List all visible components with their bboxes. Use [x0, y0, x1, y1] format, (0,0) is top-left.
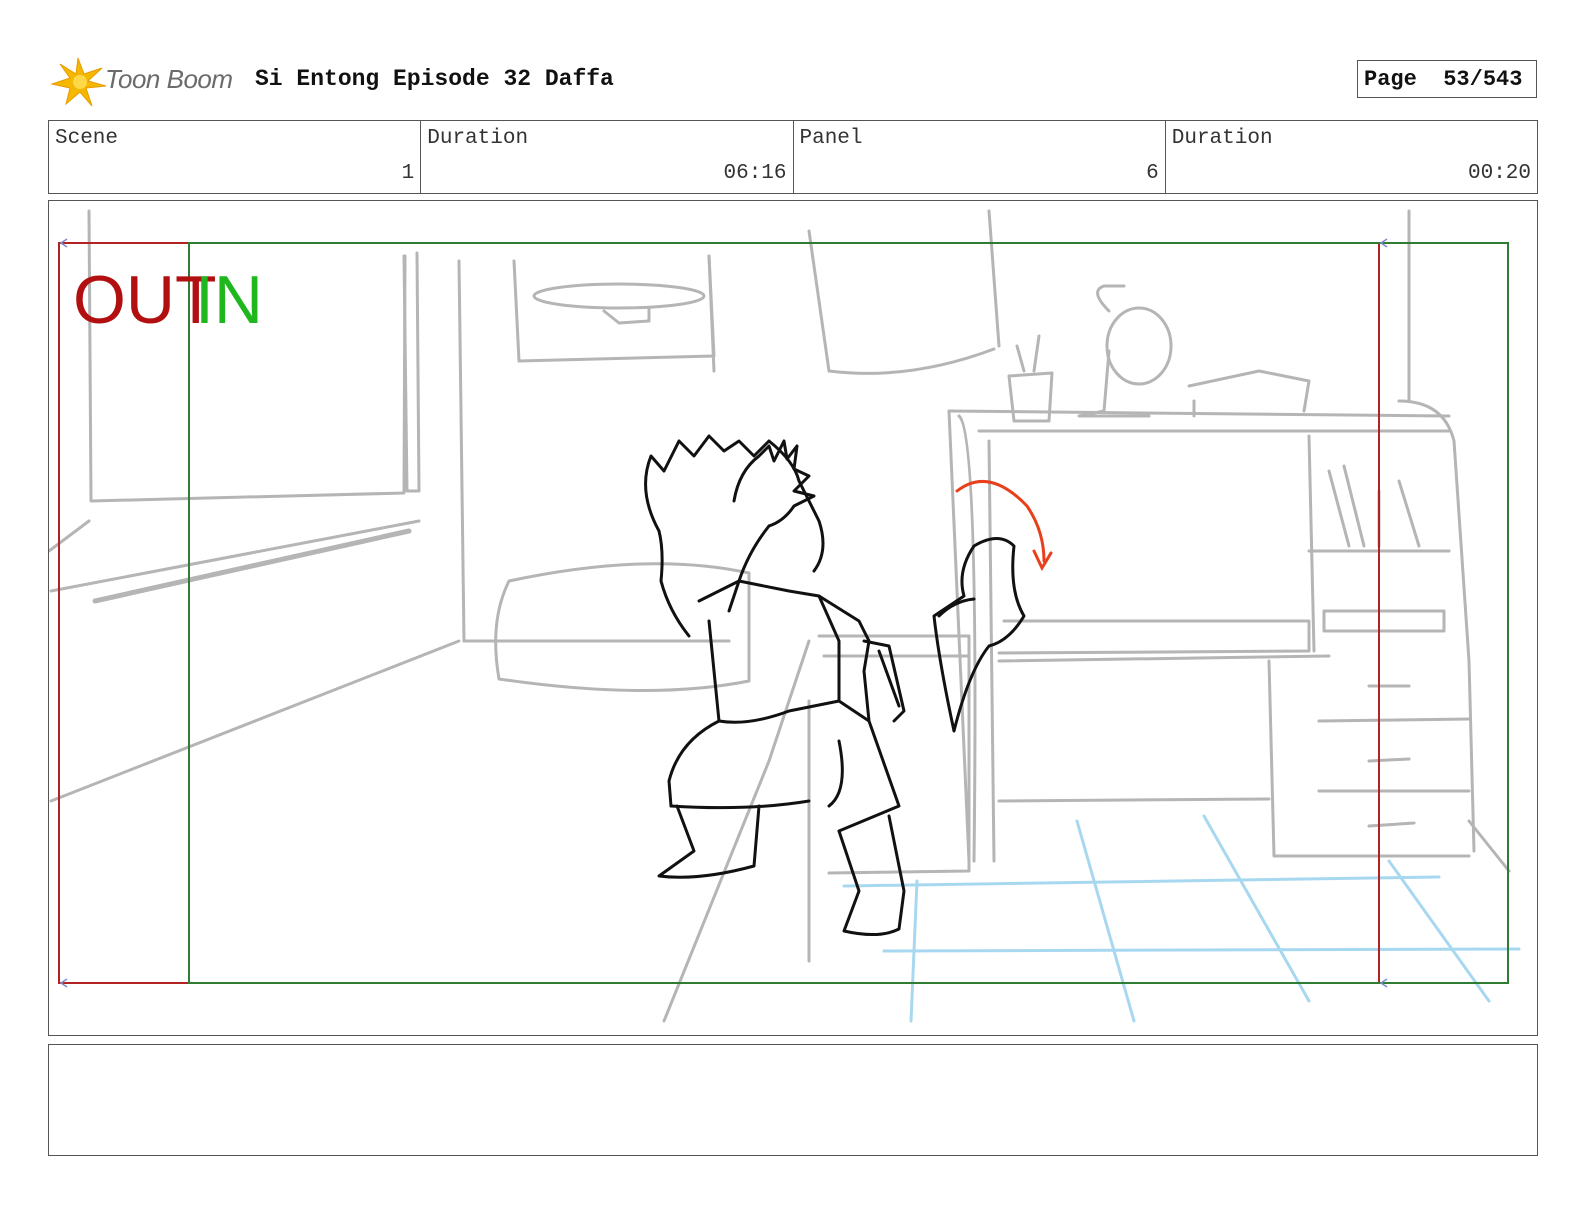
scene-value: 1 — [401, 162, 415, 185]
storyboard-panel: OUT IN — [48, 200, 1538, 1036]
page-counter: Page 53/543 — [1357, 60, 1537, 98]
out-frame — [58, 242, 1380, 984]
background-sketch — [49, 209, 1511, 1023]
scene-cell: Scene 1 — [49, 121, 422, 193]
panel-cell: Panel 6 — [794, 121, 1166, 193]
scene-duration-value: 06:16 — [723, 162, 787, 185]
panel-duration-label: Duration — [1171, 127, 1273, 150]
panel-duration-cell: Duration 00:20 — [1166, 121, 1537, 193]
page-label: Page — [1364, 67, 1417, 92]
scene-info-table: Scene 1 Duration 06:16 Panel 6 Duration … — [48, 120, 1538, 194]
scene-label: Scene — [55, 127, 119, 150]
panel-sketch: OUT IN — [49, 209, 1521, 1023]
scene-duration-cell: Duration 06:16 — [421, 121, 794, 193]
toon-boom-logo: Toon Boom — [50, 54, 240, 110]
in-label: IN — [195, 262, 263, 338]
panel-value: 6 — [1146, 162, 1159, 185]
floor-tiles — [842, 814, 1521, 1023]
page-value: 53/543 — [1443, 67, 1523, 92]
panel-duration-value: 00:20 — [1467, 162, 1531, 185]
scene-duration-label: Duration — [427, 127, 529, 150]
logo-text: Toon Boom — [105, 64, 233, 94]
page-header: Toon Boom Si Entong Episode 32 Daffa Pag… — [50, 54, 1538, 110]
document-title: Si Entong Episode 32 Daffa — [255, 66, 614, 92]
panel-notes-box — [48, 1044, 1538, 1156]
panel-label: Panel — [799, 127, 863, 150]
character-sketch — [644, 434, 1026, 936]
star-burst-icon — [50, 57, 107, 107]
